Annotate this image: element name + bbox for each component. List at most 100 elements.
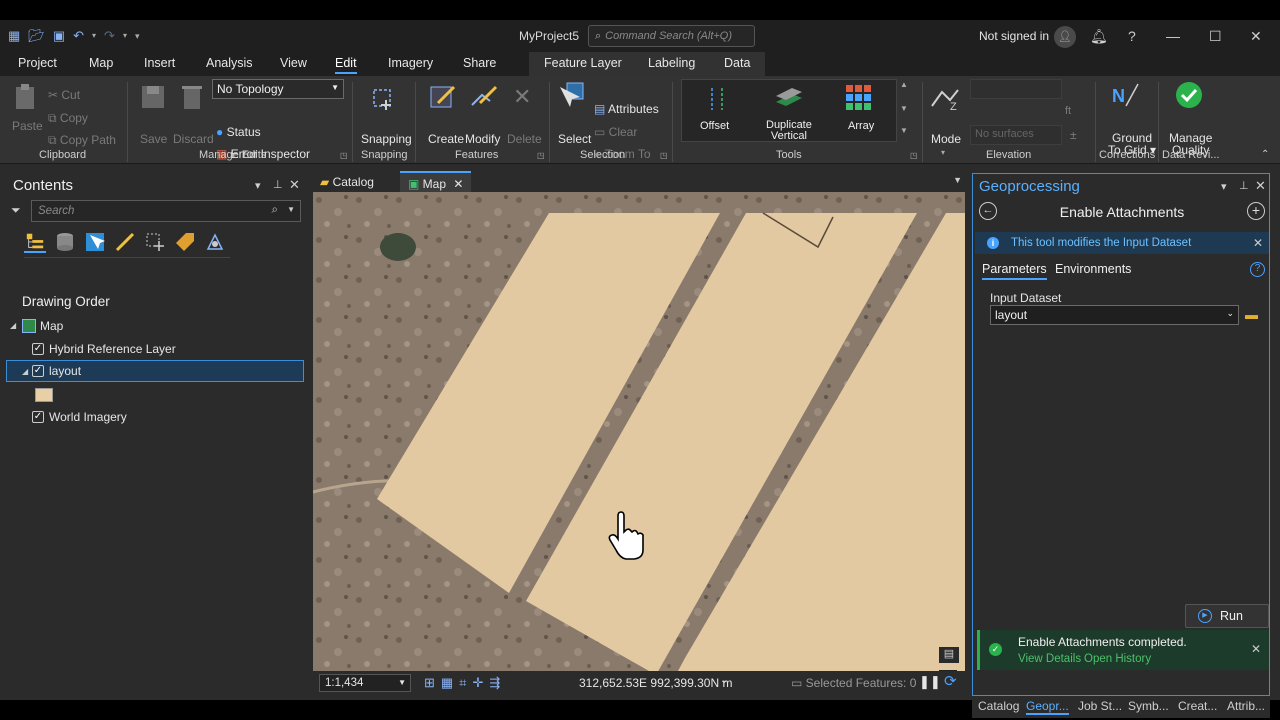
user-avatar-icon[interactable]: 👤︎ bbox=[1054, 26, 1076, 48]
elevation-surface-select[interactable]: No surfaces bbox=[970, 125, 1062, 145]
notifications-bell-icon[interactable]: 🔔︎ bbox=[1090, 28, 1108, 44]
close-tab-icon[interactable]: ✕ bbox=[453, 177, 463, 191]
map-view[interactable]: ▤ bbox=[313, 192, 965, 671]
cut-button[interactable]: ✂︎ Cut bbox=[48, 88, 80, 102]
status-button[interactable]: ● Status bbox=[216, 125, 261, 139]
list-by-perspective-icon[interactable] bbox=[204, 231, 226, 253]
list-by-source-icon[interactable] bbox=[54, 231, 76, 253]
dock-tab-catalog[interactable]: Catalog bbox=[978, 699, 1019, 713]
create-button[interactable]: Create bbox=[428, 132, 464, 146]
topology-select[interactable]: No Topology ▼ bbox=[212, 79, 344, 99]
customize-qat-icon[interactable]: ▾ bbox=[135, 28, 140, 44]
refresh-icon[interactable]: ⟳ bbox=[944, 672, 957, 690]
open-history-link[interactable]: Open History bbox=[1084, 653, 1151, 665]
list-by-snapping-icon[interactable] bbox=[144, 231, 166, 253]
save-edits-button[interactable]: Save bbox=[140, 132, 167, 146]
manage-edits-launcher-icon[interactable]: ◳ bbox=[340, 151, 348, 160]
filter-icon[interactable]: ⏷ bbox=[11, 203, 21, 218]
collapse-ribbon-icon[interactable]: ⌃ bbox=[1261, 149, 1269, 160]
expand-arrow-icon[interactable]: ◢ bbox=[22, 361, 28, 383]
tab-insert[interactable]: Insert bbox=[144, 56, 175, 70]
tab-imagery[interactable]: Imagery bbox=[388, 56, 433, 70]
offset-tool[interactable]: Offset bbox=[700, 120, 729, 132]
duplicate-vertical-tool[interactable]: Duplicate Vertical bbox=[766, 120, 812, 142]
undo-dropdown-icon[interactable]: ▾ bbox=[92, 28, 96, 44]
maximize-icon[interactable]: ☐ bbox=[1209, 28, 1222, 44]
help-icon[interactable]: ? bbox=[1128, 28, 1136, 44]
map-overview-icon[interactable]: ▤ bbox=[939, 647, 959, 663]
mode-dropdown-icon[interactable]: ▾ bbox=[941, 148, 945, 157]
minimize-icon[interactable]: — bbox=[1166, 28, 1180, 44]
tree-item-map[interactable]: ◢ Map bbox=[6, 315, 304, 337]
array-tool[interactable]: Array bbox=[848, 120, 874, 132]
elevation-mode-button[interactable]: Mode bbox=[931, 132, 961, 146]
contents-search-input[interactable]: Search ⌕ ▼ bbox=[31, 200, 301, 222]
close-pane-icon[interactable]: ✕ bbox=[1255, 178, 1266, 194]
features-launcher-icon[interactable]: ◳ bbox=[537, 151, 545, 160]
pin-pane-icon[interactable]: ⊥ bbox=[1239, 179, 1249, 192]
open-project-icon[interactable]: 📂︎ bbox=[28, 28, 45, 44]
input-dataset-select[interactable]: layout ⌄ bbox=[990, 305, 1239, 325]
close-window-icon[interactable]: ✕ bbox=[1250, 28, 1262, 44]
tree-item-hybrid-reference-layer[interactable]: ✓ Hybrid Reference Layer bbox=[6, 338, 304, 360]
help-icon[interactable]: ? bbox=[1250, 262, 1265, 277]
map-navigation-tools[interactable]: ⊞▦⌗✛⇶ bbox=[424, 675, 506, 691]
tab-share[interactable]: Share bbox=[463, 56, 496, 70]
gallery-expand-icon[interactable]: ▼ bbox=[900, 126, 908, 135]
pane-options-chevron-icon[interactable]: ▾ bbox=[1221, 180, 1227, 193]
layer-visibility-checkbox[interactable]: ✓ bbox=[32, 343, 44, 355]
selected-features-count[interactable]: ▭ Selected Features: 0 bbox=[791, 676, 916, 690]
delete-button[interactable]: Delete bbox=[507, 132, 542, 146]
list-by-selection-icon[interactable] bbox=[84, 231, 106, 253]
search-options-chevron-icon[interactable]: ▼ bbox=[287, 205, 295, 214]
save-project-icon[interactable]: ▣ bbox=[53, 28, 65, 44]
list-by-editing-icon[interactable] bbox=[114, 231, 136, 253]
tab-edit[interactable]: Edit bbox=[335, 56, 357, 74]
layout-symbol-swatch[interactable] bbox=[35, 388, 53, 402]
tree-item-layout[interactable]: ◢ ✓ layout bbox=[6, 360, 304, 382]
list-by-drawing-order-icon[interactable] bbox=[24, 231, 46, 253]
map-canvas[interactable] bbox=[313, 192, 965, 671]
close-result-icon[interactable]: ✕ bbox=[1251, 642, 1261, 656]
add-plus-icon[interactable]: + bbox=[1247, 202, 1265, 220]
sign-in-status[interactable]: Not signed in bbox=[979, 29, 1049, 43]
dock-tab-job-status[interactable]: Job St... bbox=[1078, 699, 1122, 713]
redo-dropdown-icon[interactable]: ▾ bbox=[123, 28, 127, 44]
dock-tab-symbology[interactable]: Symb... bbox=[1128, 699, 1169, 713]
view-tabs-chevron-down-icon[interactable]: ▼ bbox=[953, 175, 962, 185]
command-search-input[interactable]: ⌕ Command Search (Alt+Q) bbox=[588, 25, 755, 47]
browse-folder-icon[interactable]: ▬ bbox=[1245, 307, 1258, 322]
attributes-button[interactable]: ▤ Attributes bbox=[594, 102, 659, 116]
tab-view[interactable]: View bbox=[280, 56, 307, 70]
copy-button[interactable]: ⧉ Copy bbox=[48, 111, 88, 126]
close-banner-icon[interactable]: ✕ bbox=[1253, 232, 1263, 254]
tab-environments[interactable]: Environments bbox=[1055, 262, 1131, 276]
coordinate-format-chevron-icon[interactable]: ⌄ bbox=[720, 675, 728, 686]
clear-selection-button[interactable]: ▭ Clear bbox=[594, 125, 637, 139]
tree-item-world-imagery[interactable]: ✓ World Imagery bbox=[6, 406, 304, 428]
dock-tab-geoprocessing[interactable]: Geopr... bbox=[1026, 699, 1069, 715]
tab-data[interactable]: Data bbox=[724, 56, 750, 70]
tools-launcher-icon[interactable]: ◳ bbox=[910, 151, 918, 160]
tab-labeling[interactable]: Labeling bbox=[648, 56, 695, 70]
discard-edits-button[interactable]: Discard bbox=[173, 132, 214, 146]
list-by-labeling-icon[interactable] bbox=[174, 231, 196, 253]
view-details-link[interactable]: View Details bbox=[1018, 653, 1081, 665]
tab-map-view[interactable]: ▣ Map ✕ bbox=[400, 171, 472, 193]
undo-icon[interactable]: ↶ bbox=[73, 28, 84, 44]
map-scale-select[interactable]: 1:1,434 ▼ bbox=[319, 674, 411, 692]
layer-visibility-checkbox[interactable]: ✓ bbox=[32, 411, 44, 423]
elevation-value-input[interactable] bbox=[970, 79, 1062, 99]
pane-options-chevron-icon[interactable]: ▾ bbox=[255, 179, 261, 192]
pause-drawing-icon[interactable]: ❚❚ bbox=[919, 674, 941, 690]
tab-parameters[interactable]: Parameters bbox=[982, 262, 1047, 280]
close-pane-icon[interactable]: ✕ bbox=[289, 177, 300, 193]
pin-pane-icon[interactable]: ⊥ bbox=[273, 178, 283, 191]
select-button[interactable]: Select bbox=[558, 132, 591, 146]
expand-arrow-icon[interactable]: ◢ bbox=[10, 315, 16, 337]
layer-visibility-checkbox[interactable]: ✓ bbox=[32, 365, 44, 377]
tab-analysis[interactable]: Analysis bbox=[206, 56, 253, 70]
run-button[interactable]: ▶ Run bbox=[1185, 604, 1269, 628]
gallery-scroll-up-icon[interactable]: ▲ bbox=[900, 80, 908, 89]
dock-tab-create-features[interactable]: Creat... bbox=[1178, 699, 1217, 713]
